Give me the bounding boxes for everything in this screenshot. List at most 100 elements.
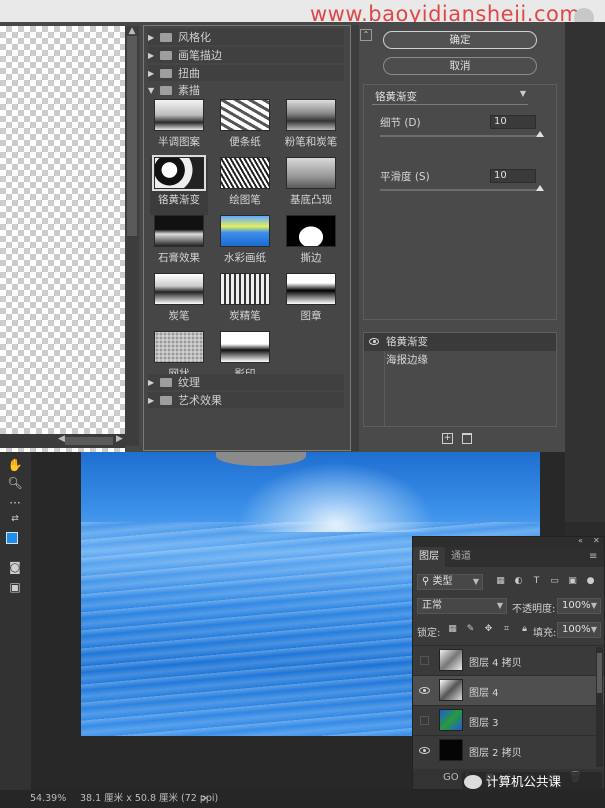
link-layers-icon[interactable]: GO — [443, 772, 459, 783]
visibility-toggle[interactable] — [420, 716, 429, 725]
chevron-right-icon: ▶ — [148, 32, 155, 42]
filter-select[interactable]: 铬黄渐变 ▼ — [372, 89, 528, 105]
foreground-color-swatch[interactable] — [6, 532, 18, 544]
blend-row: 正常 ▼ 不透明度: 100% ▼ — [413, 595, 604, 617]
thumb-chalk-charcoal[interactable]: 粉笔和炭笔 — [282, 99, 340, 157]
new-effect-layer-icon[interactable]: + — [442, 433, 453, 444]
eye-icon[interactable] — [419, 687, 430, 694]
chevron-right-icon: ▶ — [148, 377, 155, 387]
thumb-image — [286, 215, 336, 247]
thumb-chrome[interactable]: 铬黄渐变 — [150, 155, 208, 215]
category-texture[interactable]: ▶ 纹理 — [148, 374, 344, 390]
scroll-thumb[interactable] — [597, 653, 602, 693]
lock-all-icon[interactable]: 🔒︎ — [519, 624, 530, 635]
fill-input[interactable]: 100% ▼ — [557, 622, 601, 638]
scroll-up-icon[interactable]: ▲ — [127, 26, 137, 36]
preview-vertical-scrollbar[interactable]: ▲ — [125, 26, 139, 446]
folder-icon — [160, 32, 172, 42]
detail-slider[interactable] — [380, 135, 540, 137]
filter-settings-panel: ⌃ 确定 取消 铬黄渐变 ▼ 细节 (D) 10 平滑度 (S) 10 铬黄渐变 — [359, 22, 565, 452]
chevron-right-icon: ▶ — [148, 50, 155, 60]
thumb-image — [220, 99, 270, 131]
eye-icon[interactable] — [369, 338, 379, 345]
close-panel-icon[interactable]: ✕ — [593, 536, 600, 545]
tab-layers[interactable]: 图层 — [413, 547, 445, 567]
layer-row[interactable]: 图层 4 拷贝 — [413, 645, 604, 675]
thumb-image — [154, 331, 204, 363]
adjustment-filter-icon[interactable]: ◐ — [513, 576, 524, 587]
pixel-filter-icon[interactable]: ▦ — [495, 576, 506, 587]
shape-filter-icon[interactable]: ▭ — [549, 576, 560, 587]
thumb-halftone[interactable]: 半调图案 — [150, 99, 208, 157]
thumb-conte-crayon[interactable]: 炭精笔 — [216, 273, 274, 331]
detail-input[interactable]: 10 — [490, 115, 536, 129]
thumb-image — [286, 157, 336, 189]
preview-horizontal-scrollbar[interactable]: ◀ ▶ — [0, 434, 125, 448]
filter-options-box: 铬黄渐变 ▼ 细节 (D) 10 平滑度 (S) 10 — [363, 84, 557, 320]
lock-artboard-icon[interactable]: ⌗ — [501, 624, 512, 635]
visibility-toggle[interactable] — [420, 656, 429, 665]
scroll-thumb[interactable] — [65, 437, 113, 445]
blend-mode-select[interactable]: 正常 ▼ — [417, 598, 507, 614]
zoom-tool-icon[interactable]: 🔍︎ — [6, 476, 24, 492]
eye-icon[interactable] — [419, 747, 430, 754]
thumb-water-paper[interactable]: 水彩画纸 — [216, 215, 274, 273]
effect-layer-row[interactable]: 铬黄渐变 — [364, 333, 556, 351]
layer-row[interactable]: 图层 2 拷贝 — [413, 735, 604, 765]
thumb-plaster[interactable]: 石膏效果 — [150, 215, 208, 273]
detail-slider-knob[interactable] — [536, 131, 544, 137]
delete-effect-layer-icon[interactable] — [462, 433, 472, 444]
fill-label: 填充: — [533, 628, 557, 639]
screen-mode-icon[interactable]: ▣ — [6, 580, 24, 596]
more-tools-icon[interactable]: ··· — [6, 496, 24, 512]
lock-row: 锁定: ▦ ✎ ✥ ⌗ 🔒︎ 填充: 100% ▼ — [413, 619, 604, 641]
smoothness-slider[interactable] — [380, 189, 540, 191]
thumb-charcoal[interactable]: 炭笔 — [150, 273, 208, 331]
category-artistic[interactable]: ▶ 艺术效果 — [148, 392, 344, 408]
ok-button[interactable]: 确定 — [383, 31, 537, 49]
type-filter-icon[interactable]: T — [531, 576, 542, 587]
cancel-button[interactable]: 取消 — [383, 57, 537, 75]
filter-toggle-icon[interactable]: ● — [585, 576, 596, 587]
tab-channels[interactable]: 通道 — [445, 547, 477, 567]
thumb-image — [220, 157, 270, 189]
smoothness-input[interactable]: 10 — [490, 169, 536, 183]
folder-icon — [160, 377, 172, 387]
thumb-bas-relief[interactable]: 基底凸现 — [282, 157, 340, 215]
chevron-down-icon: ▼ — [519, 89, 526, 98]
thumb-graphic-pen[interactable]: 绘图笔 — [216, 157, 274, 215]
zoom-level[interactable]: 54.39% — [30, 790, 66, 808]
layer-thumbnail — [439, 739, 463, 761]
thumb-stamp[interactable]: 图章 — [282, 273, 340, 331]
category-brush-strokes[interactable]: ▶ 画笔描边 — [148, 47, 344, 63]
category-stylize[interactable]: ▶ 风格化 — [148, 29, 344, 45]
quick-mask-icon[interactable]: ◙ — [6, 560, 24, 576]
scroll-right-icon[interactable]: ▶ — [116, 434, 123, 444]
lock-pixels-icon[interactable]: ✎ — [465, 624, 476, 635]
smoothness-slider-knob[interactable] — [536, 185, 544, 191]
lock-position-icon[interactable]: ✥ — [483, 624, 494, 635]
hand-tool-icon[interactable]: ✋ — [6, 458, 24, 474]
layer-row-selected[interactable]: 图层 4 — [413, 675, 604, 705]
category-distort[interactable]: ▶ 扭曲 — [148, 65, 344, 81]
smart-object-filter-icon[interactable]: ▣ — [567, 576, 578, 587]
filter-preview[interactable] — [0, 26, 125, 456]
layer-thumbnail — [439, 709, 463, 731]
lock-transparent-icon[interactable]: ▦ — [447, 624, 458, 635]
layer-row[interactable]: 图层 3 — [413, 705, 604, 735]
thumb-image — [154, 215, 204, 247]
swap-colors-icon[interactable]: ⇄ — [6, 514, 24, 530]
scroll-thumb[interactable] — [127, 36, 137, 236]
scroll-left-icon[interactable]: ◀ — [58, 434, 65, 444]
category-sketch[interactable]: ▼ 素描 — [148, 82, 344, 98]
layers-scrollbar[interactable] — [596, 647, 603, 767]
layer-kind-filter[interactable]: ⚲ 类型 ▼ — [417, 574, 483, 590]
status-menu-arrow[interactable]: > — [200, 790, 208, 808]
thumb-note-paper[interactable]: 便条纸 — [216, 99, 274, 157]
opacity-input[interactable]: 100% ▼ — [557, 598, 601, 614]
panel-menu-icon[interactable]: ≡ — [589, 551, 597, 562]
effect-layer-row[interactable]: 海报边缘 — [364, 351, 556, 369]
collapse-gallery-icon[interactable]: ⌃ — [360, 29, 372, 41]
collapse-panel-icon[interactable]: « — [578, 536, 583, 545]
thumb-torn-edges[interactable]: 撕边 — [282, 215, 340, 273]
